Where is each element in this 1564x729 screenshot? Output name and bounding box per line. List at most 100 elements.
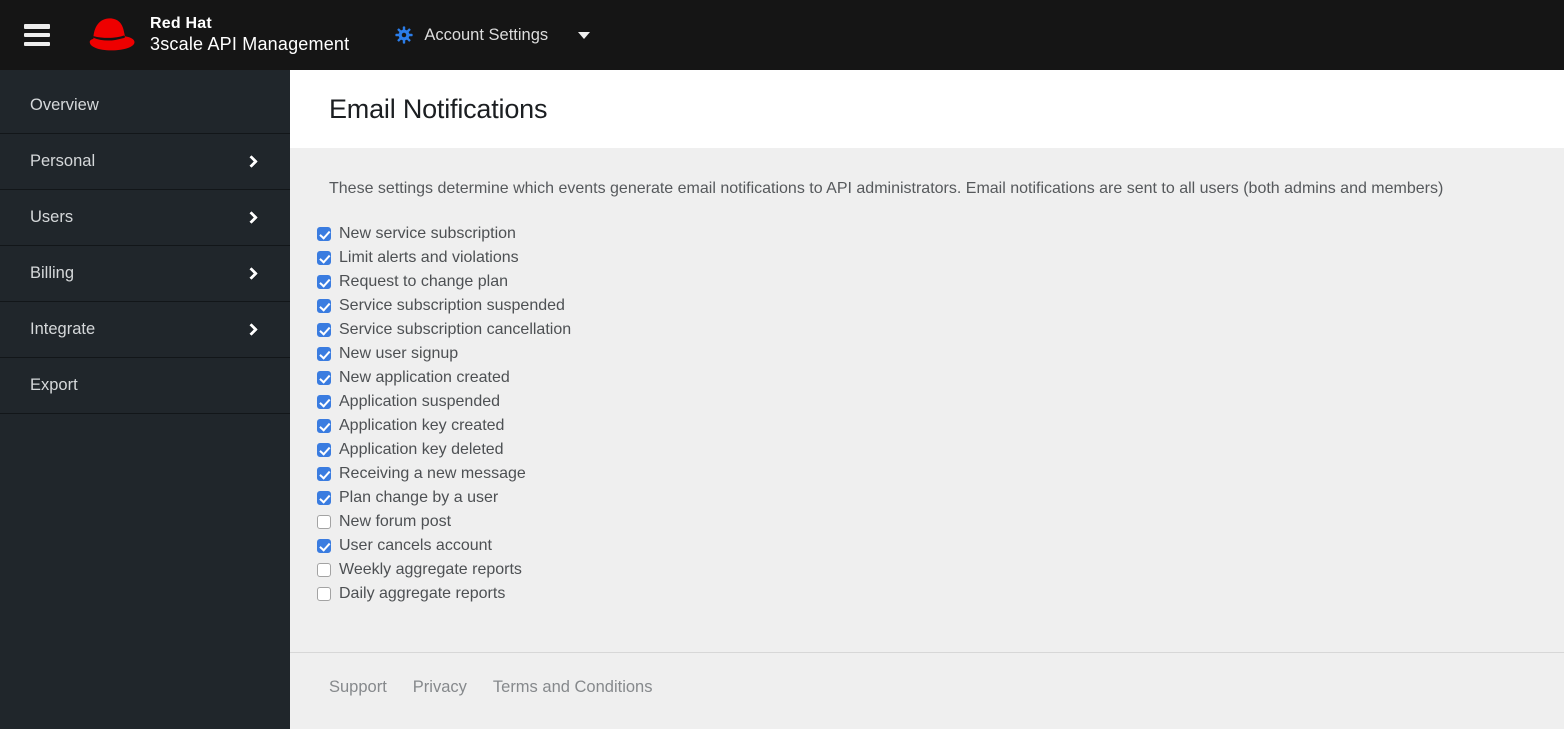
notification-checkbox-list: New service subscription Limit alerts an… (317, 222, 1525, 606)
notification-option[interactable]: Limit alerts and violations (317, 249, 519, 267)
notification-option[interactable]: Request to change plan (317, 273, 508, 291)
sidebar-item[interactable]: Integrate (0, 302, 290, 358)
sidebar-item[interactable]: Overview (0, 78, 290, 134)
footer-link[interactable]: Privacy (413, 678, 467, 696)
menu-icon[interactable] (24, 24, 50, 46)
notification-row: Service subscription suspended (317, 294, 1525, 318)
notification-checkbox[interactable] (317, 227, 331, 241)
notification-option[interactable]: Plan change by a user (317, 489, 498, 507)
notification-label: Plan change by a user (339, 489, 499, 506)
footer-link[interactable]: Support (329, 678, 387, 696)
notification-label: Daily aggregate reports (339, 585, 506, 602)
chevron-right-icon (245, 323, 258, 336)
sidebar-item-label: Overview (30, 96, 99, 114)
notification-row: Request to change plan (317, 270, 1525, 294)
notification-label: Service subscription suspended (339, 297, 565, 314)
chevron-right-icon (245, 267, 258, 280)
red-hat-fedora-icon (78, 12, 138, 59)
notification-label: Application suspended (339, 393, 501, 410)
notification-row: New user signup (317, 342, 1525, 366)
notification-row: Receiving a new message (317, 462, 1525, 486)
notification-checkbox[interactable] (317, 491, 331, 505)
notification-label: Limit alerts and violations (339, 249, 519, 266)
sidebar-item-label: Export (30, 376, 78, 394)
settings-description: These settings determine which events ge… (329, 180, 1444, 197)
notification-option[interactable]: Weekly aggregate reports (317, 561, 522, 579)
sidebar-item-label: Personal (30, 152, 96, 170)
notification-checkbox[interactable] (317, 347, 331, 361)
notification-row: Application key deleted (317, 438, 1525, 462)
notification-label: User cancels account (339, 537, 492, 554)
notification-checkbox[interactable] (317, 371, 331, 385)
notification-row: New application created (317, 366, 1525, 390)
notification-option[interactable]: Application key created (317, 417, 504, 435)
sidebar-item[interactable]: Users (0, 190, 290, 246)
email-notifications-panel: These settings determine which events ge… (290, 148, 1564, 653)
notification-label: New application created (339, 369, 510, 386)
notification-label: Weekly aggregate reports (339, 561, 522, 578)
notification-option[interactable]: New forum post (317, 513, 451, 531)
main-content: Email Notifications These settings deter… (290, 70, 1564, 729)
notification-label: New service subscription (339, 225, 516, 242)
notification-label: Application key deleted (339, 441, 504, 458)
notification-option[interactable]: New user signup (317, 345, 458, 363)
notification-row: Application key created (317, 414, 1525, 438)
account-settings-label: Account Settings (424, 25, 549, 44)
notification-row: User cancels account (317, 534, 1525, 558)
notification-checkbox[interactable] (317, 563, 331, 577)
notification-option[interactable]: Service subscription suspended (317, 297, 565, 315)
chevron-down-icon (578, 31, 591, 39)
page-title: Email Notifications (329, 93, 548, 124)
notification-checkbox[interactable] (317, 419, 331, 433)
notification-row: Weekly aggregate reports (317, 558, 1525, 582)
notification-row: New forum post (317, 510, 1525, 534)
app-window: Red Hat 3scale API Management Account Se… (0, 0, 1564, 729)
notification-option[interactable]: New service subscription (317, 225, 516, 243)
sidebar-item[interactable]: Personal (0, 134, 290, 190)
notification-option[interactable]: User cancels account (317, 537, 492, 555)
sidebar-item[interactable]: Billing (0, 246, 290, 302)
notification-row: Service subscription cancellation (317, 318, 1525, 342)
notification-option[interactable]: Application suspended (317, 393, 500, 411)
chevron-right-icon (245, 155, 258, 168)
notification-option[interactable]: New application created (317, 369, 510, 387)
notification-label: Receiving a new message (339, 465, 526, 482)
sidebar-item[interactable]: Export (0, 358, 290, 414)
notification-label: New user signup (339, 345, 459, 362)
notification-checkbox[interactable] (317, 443, 331, 457)
notification-row: Daily aggregate reports (317, 582, 1525, 606)
sidebar-nav: Overview Personal Users Billing Integrat… (0, 78, 290, 414)
notification-checkbox[interactable] (317, 539, 331, 553)
notification-option[interactable]: Daily aggregate reports (317, 585, 505, 603)
notification-label: Request to change plan (339, 273, 509, 290)
footer-link[interactable]: Terms and Conditions (493, 678, 653, 696)
notification-row: Limit alerts and violations (317, 246, 1525, 270)
notification-checkbox[interactable] (317, 587, 331, 601)
notification-checkbox[interactable] (317, 395, 331, 409)
notification-row: New service subscription (317, 222, 1525, 246)
brand-line2: 3scale API Management (150, 33, 350, 54)
account-settings-selector[interactable]: Account Settings (395, 25, 591, 45)
footer: Support Privacy Terms and Conditions (290, 653, 1564, 729)
notification-checkbox[interactable] (317, 515, 331, 529)
notification-option[interactable]: Application key deleted (317, 441, 504, 459)
notification-option[interactable]: Service subscription cancellation (317, 321, 571, 339)
chevron-right-icon (245, 211, 258, 224)
notification-checkbox[interactable] (317, 251, 331, 265)
top-bar: Red Hat 3scale API Management Account Se… (0, 0, 1564, 70)
notification-checkbox[interactable] (317, 323, 331, 337)
gear-icon (395, 26, 413, 44)
sidebar-item-label: Users (30, 208, 74, 226)
brand[interactable]: Red Hat 3scale API Management (78, 12, 349, 59)
notification-label: Service subscription cancellation (339, 321, 572, 338)
brand-line1: Red Hat (150, 15, 212, 33)
notification-checkbox[interactable] (317, 467, 331, 481)
notification-option[interactable]: Receiving a new message (317, 465, 526, 483)
notification-label: Application key created (339, 417, 505, 434)
notification-row: Plan change by a user (317, 486, 1525, 510)
sidebar-item-label: Integrate (30, 320, 96, 338)
notification-checkbox[interactable] (317, 275, 331, 289)
notification-checkbox[interactable] (317, 299, 331, 313)
notification-label: New forum post (339, 513, 452, 530)
sidebar-item-label: Billing (30, 264, 75, 282)
